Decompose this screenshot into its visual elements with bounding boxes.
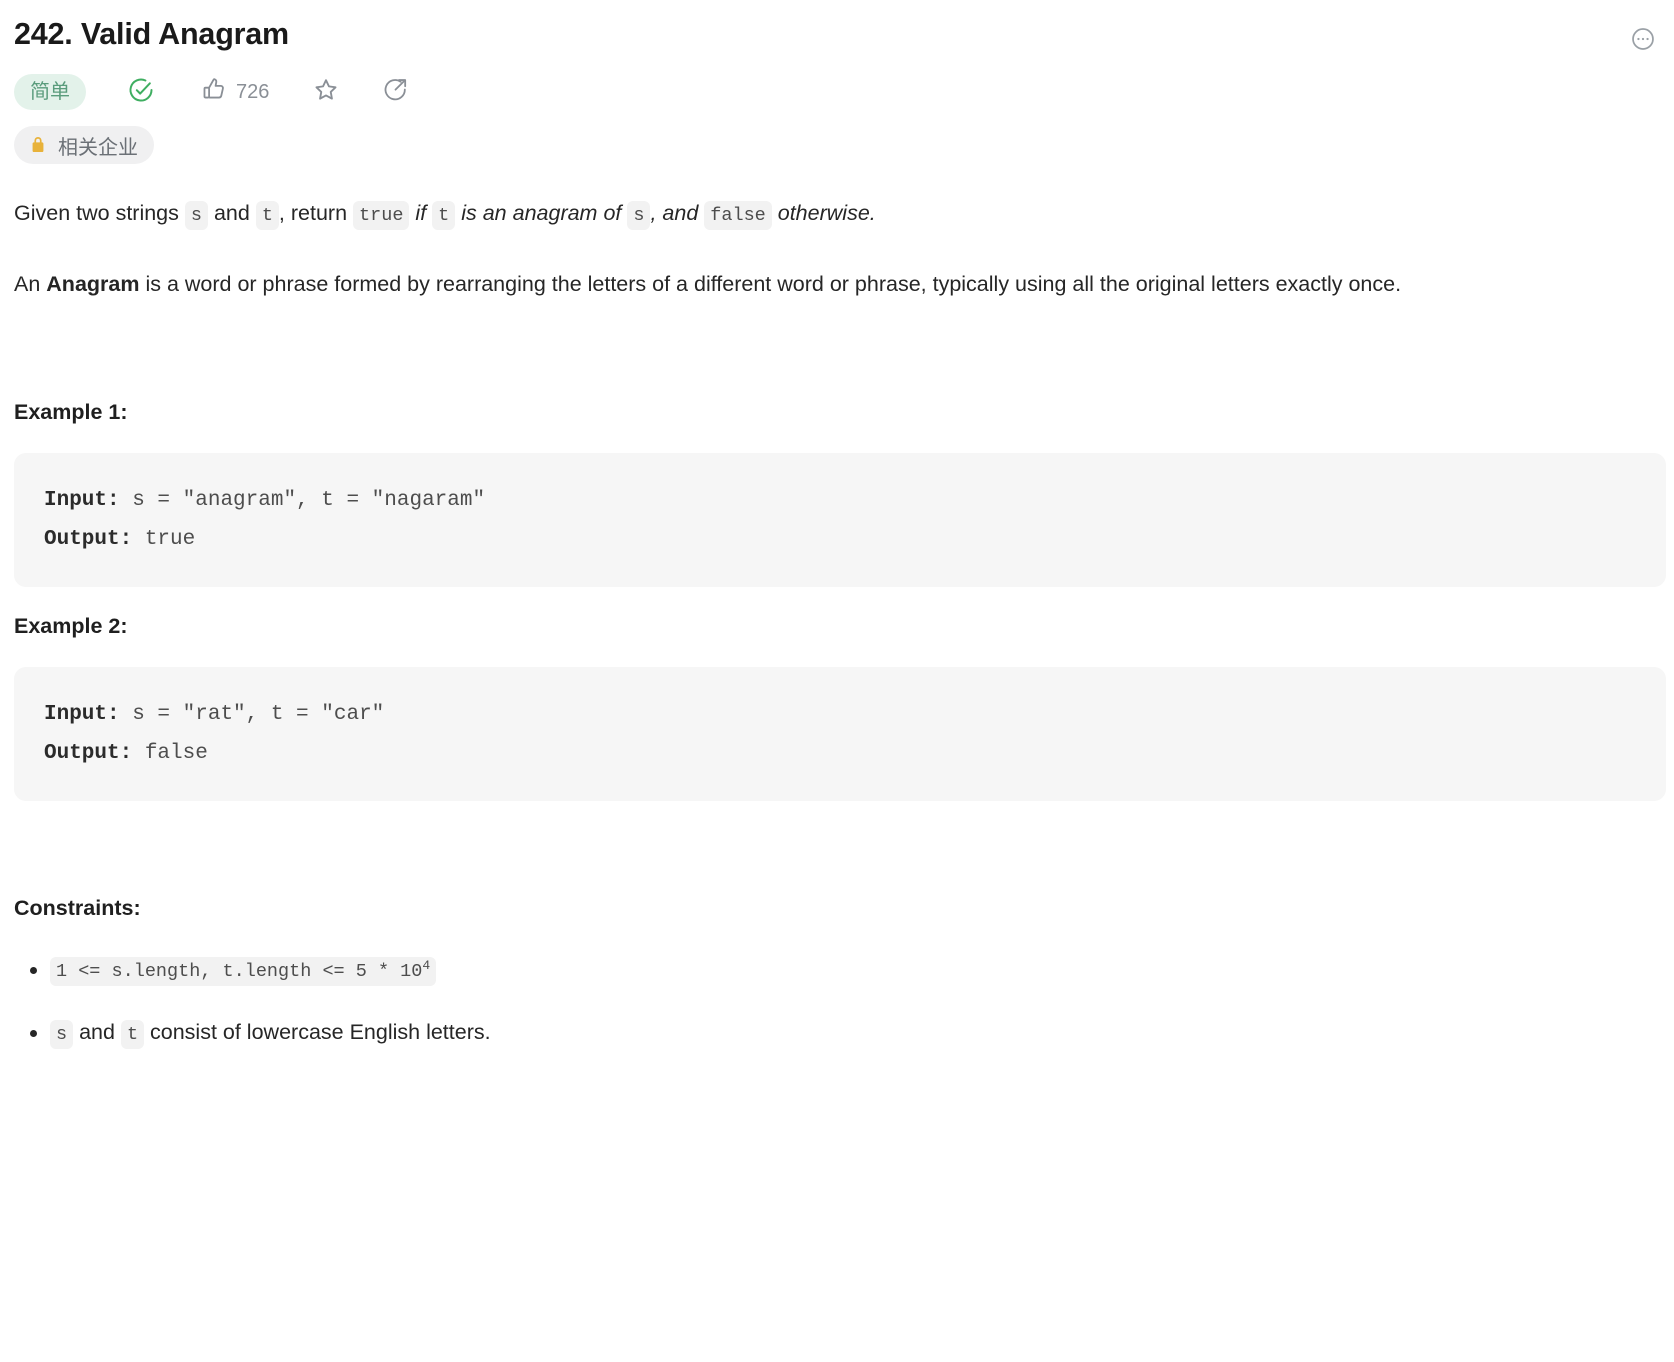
problem-page: 242. Valid Anagram 简单 726 相关企业 Given two… [0,0,1674,1362]
description-paragraph-2: An Anagram is a word or phrase formed by… [14,263,1670,305]
thumbs-up-icon [201,76,228,108]
example-1-output-line: Output: true [44,520,1666,559]
desc-p1-italic-1: if [409,201,433,225]
inline-code-s-2: s [627,201,651,230]
accepted-status-button[interactable] [127,72,155,112]
constraints-list: 1 <= s.length, t.length <= 5 * 104 s and… [14,949,1670,1055]
example-2-heading: Example 2: [14,614,128,638]
like-count: 726 [236,80,270,103]
meta-row: 简单 726 [14,72,1674,112]
check-circle-icon [127,76,155,109]
example-2-input-value: s = "rat", t = "car" [119,703,385,726]
inline-code-t-3: t [120,1020,145,1049]
constraint-item-1: 1 <= s.length, t.length <= 5 * 104 [14,949,1670,992]
example-1-heading: Example 1: [14,400,128,424]
example-2-input-label: Input: [44,703,120,726]
constraint-2-text-1: and [73,1020,121,1044]
example-2-output-value: false [132,742,208,765]
share-circle-icon [382,76,409,108]
desc-p1-text-3: , return [278,201,354,225]
example-2-block: Input: s = "rat", t = "car" Output: fals… [14,667,1666,801]
example-2-output-line: Output: false [44,734,1666,773]
ellipsis-circle-icon[interactable] [1630,26,1656,52]
content-spacer-3 [14,801,1670,893]
desc-p1-italic-2: is an anagram of [455,201,628,225]
example-1-output-label: Output: [44,528,133,551]
desc-p1-italic-3: , and [650,201,705,225]
constraints-heading: Constraints: [14,896,141,920]
desc-p2-text-1: An [14,272,47,296]
inline-code-s-1: s [184,201,208,230]
inline-code-t-2: t [432,201,456,230]
inline-code-t-1: t [255,201,279,230]
example-1-input-label: Input: [44,489,120,512]
lock-icon [28,135,48,155]
desc-p2-bold-anagram: Anagram [46,272,140,296]
inline-code-true: true [353,201,410,230]
inline-code-length-constraint: 1 <= s.length, t.length <= 5 * 104 [50,957,437,986]
title-row: 242. Valid Anagram [14,14,1674,54]
description-paragraph-1: Given two strings s and t, return true i… [14,192,1670,237]
page-title: 242. Valid Anagram [14,17,289,51]
example-1-block: Input: s = "anagram", t = "nagaram" Outp… [14,453,1666,587]
example-2-output-label: Output: [44,742,133,765]
constraint-1-code-main: 1 <= s.length, t.length <= 5 * 10 [56,961,423,982]
inline-code-false: false [704,201,772,230]
desc-p1-text-2: and [207,201,256,225]
related-companies-button[interactable]: 相关企业 [14,126,154,164]
share-button[interactable] [382,72,409,112]
content-spacer-2 [14,587,1670,611]
constraint-1-exponent: 4 [422,957,431,973]
related-companies-label: 相关企业 [58,136,138,159]
example-1-input-value: s = "anagram", t = "nagaram" [119,489,486,512]
constraint-2-text-2: consist of lowercase English letters. [144,1020,491,1044]
problem-content: Given two strings s and t, return true i… [14,192,1674,1055]
desc-p1-italic-4: otherwise. [771,201,876,225]
content-spacer-1 [14,305,1670,397]
example-2-input-line: Input: s = "rat", t = "car" [44,695,1666,734]
constraint-item-2: s and t consist of lowercase English let… [14,1012,1670,1055]
example-1-input-line: Input: s = "anagram", t = "nagaram" [44,481,1666,520]
desc-p2-text-2: is a word or phrase formed by rearrangin… [139,272,1402,296]
like-button[interactable]: 726 [201,72,269,112]
example-1-output-value: true [132,528,196,551]
desc-p1-text-1: Given two strings [14,201,185,225]
favorite-button[interactable] [312,72,340,112]
company-row: 相关企业 [14,126,1674,164]
inline-code-s-3: s [50,1020,74,1049]
star-icon [312,76,340,109]
difficulty-badge[interactable]: 简单 [14,74,86,110]
